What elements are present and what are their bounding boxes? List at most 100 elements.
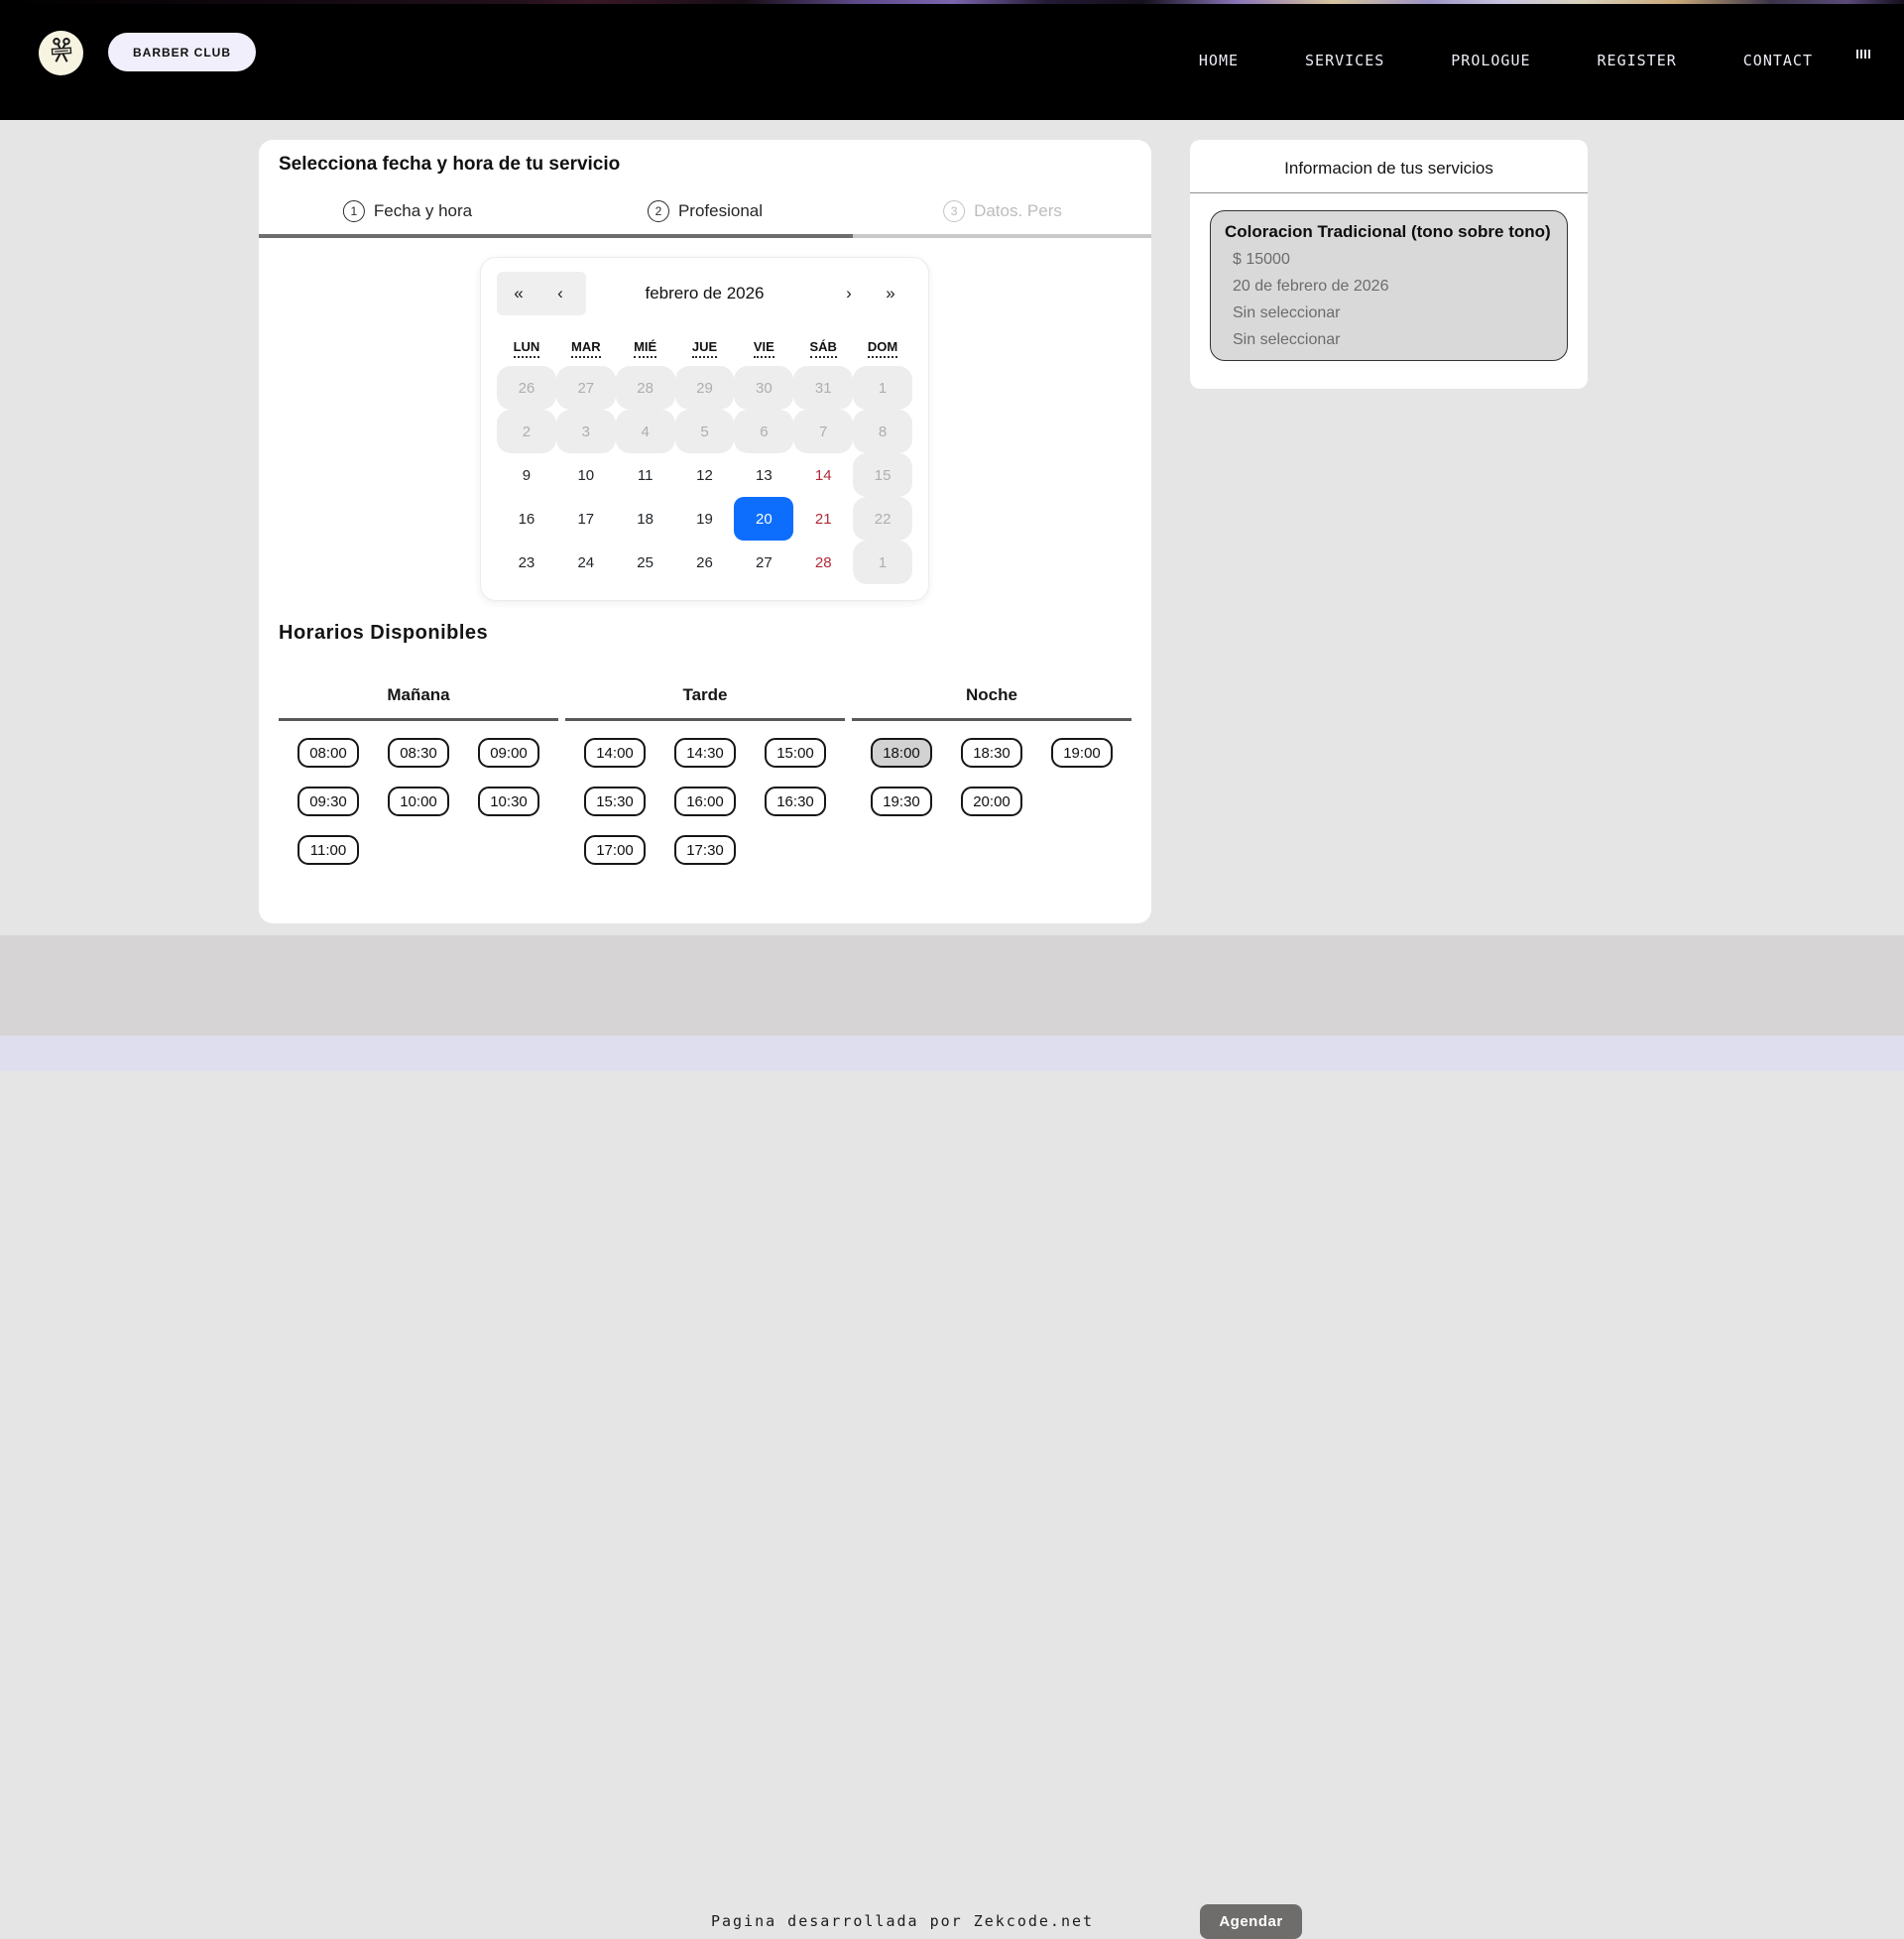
calendar-day[interactable]: 25 [616, 541, 675, 584]
booking-card: Selecciona fecha y hora de tu servicio 1… [259, 140, 1151, 923]
main-nav: HOME SERVICES PROLOGUE REGISTER CONTACT [1199, 0, 1813, 120]
slot-chips: 18:00 18:30 19:00 19:30 20:00 [852, 738, 1131, 816]
time-slot-button[interactable]: 20:00 [961, 787, 1022, 816]
calendar-day[interactable]: 26 [497, 366, 556, 410]
slot-group: Mañana 08:00 08:30 09:00 09:30 10:00 10:30 11:… [279, 685, 558, 865]
calendar-day[interactable]: 8 [853, 410, 912, 453]
step-label: Datos. Pers [974, 201, 1062, 221]
step-label: Profesional [678, 201, 763, 221]
slot-group-label: Mañana [279, 685, 558, 721]
calendar-day[interactable]: 5 [675, 410, 735, 453]
calendar-first-month-button[interactable]: « [503, 272, 535, 315]
calendar-day[interactable]: 29 [675, 366, 735, 410]
summary-title: Informacion de tus servicios [1190, 140, 1588, 179]
time-slot-button[interactable]: 17:00 [584, 835, 646, 865]
time-slot-button[interactable]: 19:00 [1051, 738, 1113, 768]
time-slot-button[interactable]: 16:30 [765, 787, 826, 816]
step-label: Fecha y hora [374, 201, 472, 221]
nav-item[interactable]: SERVICES [1305, 52, 1384, 69]
calendar-weekday: DOM [853, 339, 912, 354]
time-slot-button[interactable]: 14:00 [584, 738, 646, 768]
calendar-week-row: 2324252627281 [497, 541, 912, 584]
top-header: BARBER CLUB HOME SERVICES PROLOGUE REGISTER… [0, 0, 1904, 120]
step[interactable]: 2 Profesional [648, 191, 763, 231]
time-slot-button[interactable]: 11:00 [298, 835, 359, 865]
nav-item[interactable]: PROLOGUE [1451, 52, 1530, 69]
calendar-day[interactable]: 26 [675, 541, 735, 584]
calendar-prev-month-button[interactable]: ‹ [544, 272, 576, 315]
calendar-day[interactable]: 1 [853, 541, 912, 584]
calendar-day[interactable]: 11 [616, 453, 675, 497]
time-slot-button[interactable]: 09:00 [478, 738, 539, 768]
calendar-weekdays: LUNMARMIÉJUEVIESÁBDOM [497, 339, 912, 354]
calendar-day[interactable]: 2 [497, 410, 556, 453]
agendar-button[interactable]: Agendar [1200, 1904, 1302, 1939]
step[interactable]: 1 Fecha y hora [343, 191, 472, 231]
calendar-day[interactable]: 22 [853, 497, 912, 541]
calendar-day[interactable]: 10 [556, 453, 616, 497]
bottom-strip [0, 1035, 1904, 1071]
time-slot-button[interactable]: 18:00 [871, 738, 932, 768]
calendar-week-row: 2345678 [497, 410, 912, 453]
calendar-day[interactable]: 23 [497, 541, 556, 584]
calendar-day[interactable]: 3 [556, 410, 616, 453]
brand-pill-button[interactable]: BARBER CLUB [108, 33, 256, 71]
calendar-day[interactable]: 30 [734, 366, 793, 410]
time-slot-button[interactable]: 15:30 [584, 787, 646, 816]
service-date: 20 de febrero de 2026 [1233, 278, 1553, 296]
brand-label: BARBER CLUB [133, 46, 231, 60]
calendar-last-month-button[interactable]: » [875, 272, 906, 315]
calendar-day[interactable]: 13 [734, 453, 793, 497]
calendar-day[interactable]: 19 [675, 497, 735, 541]
step[interactable]: 3 Datos. Pers [943, 191, 1062, 231]
service-name: Coloracion Tradicional (tono sobre tono) [1225, 222, 1553, 242]
calendar-day[interactable]: 28 [616, 366, 675, 410]
steps-progress-done [259, 234, 853, 238]
calendar-day[interactable]: 27 [734, 541, 793, 584]
calendar-day[interactable]: 28 [793, 541, 853, 584]
steps-progress-bar [259, 234, 1151, 238]
calendar-day[interactable]: 14 [793, 453, 853, 497]
time-slot-button[interactable]: 17:30 [674, 835, 736, 865]
calendar-weekday: LUN [497, 339, 556, 354]
time-slot-button[interactable]: 09:30 [298, 787, 359, 816]
more-menu-icon[interactable] [1856, 49, 1870, 59]
calendar-day[interactable]: 27 [556, 366, 616, 410]
calendar-day[interactable]: 7 [793, 410, 853, 453]
slot-group-label: Noche [852, 685, 1131, 721]
calendar-day[interactable]: 18 [616, 497, 675, 541]
time-slot-button[interactable]: 19:30 [871, 787, 932, 816]
calendar-day[interactable]: 15 [853, 453, 912, 497]
service-box[interactable]: Coloracion Tradicional (tono sobre tono)… [1210, 210, 1568, 361]
time-slot-button[interactable]: 10:00 [388, 787, 449, 816]
calendar-day[interactable]: 4 [616, 410, 675, 453]
calendar-day[interactable]: 31 [793, 366, 853, 410]
nav-item[interactable]: HOME [1199, 52, 1239, 69]
steps-progress-todo [853, 234, 1151, 238]
booking-steps: 1 Fecha y hora 2 Profesional 3 Datos. Pe… [259, 191, 1151, 231]
calendar-day[interactable]: 1 [853, 366, 912, 410]
calendar-day[interactable]: 16 [497, 497, 556, 541]
calendar-day[interactable]: 20 [734, 497, 793, 541]
slot-chips: 08:00 08:30 09:00 09:30 10:00 10:30 11:00 [279, 738, 558, 865]
time-slot-button[interactable]: 15:00 [765, 738, 826, 768]
time-slot-button[interactable]: 18:30 [961, 738, 1022, 768]
calendar-day[interactable]: 6 [734, 410, 793, 453]
time-slot-button[interactable]: 08:30 [388, 738, 449, 768]
calendar-next-month-button[interactable]: › [833, 272, 865, 315]
time-slot-button[interactable]: 08:00 [298, 738, 359, 768]
calendar-day[interactable]: 9 [497, 453, 556, 497]
calendar-day[interactable]: 21 [793, 497, 853, 541]
nav-item[interactable]: CONTACT [1743, 52, 1813, 69]
time-slot-button[interactable]: 14:30 [674, 738, 736, 768]
slot-chips: 14:00 14:30 15:00 15:30 16:00 16:30 17:00 17:30 [565, 738, 845, 865]
brand-logo[interactable] [39, 31, 83, 75]
calendar-week-row: 9101112131415 [497, 453, 912, 497]
calendar-day[interactable]: 24 [556, 541, 616, 584]
calendar-day[interactable]: 17 [556, 497, 616, 541]
nav-item[interactable]: REGISTER [1598, 52, 1677, 69]
calendar-day[interactable]: 12 [675, 453, 735, 497]
time-slot-button[interactable]: 16:00 [674, 787, 736, 816]
calendar-weekday: SÁB [793, 339, 853, 354]
time-slot-button[interactable]: 10:30 [478, 787, 539, 816]
